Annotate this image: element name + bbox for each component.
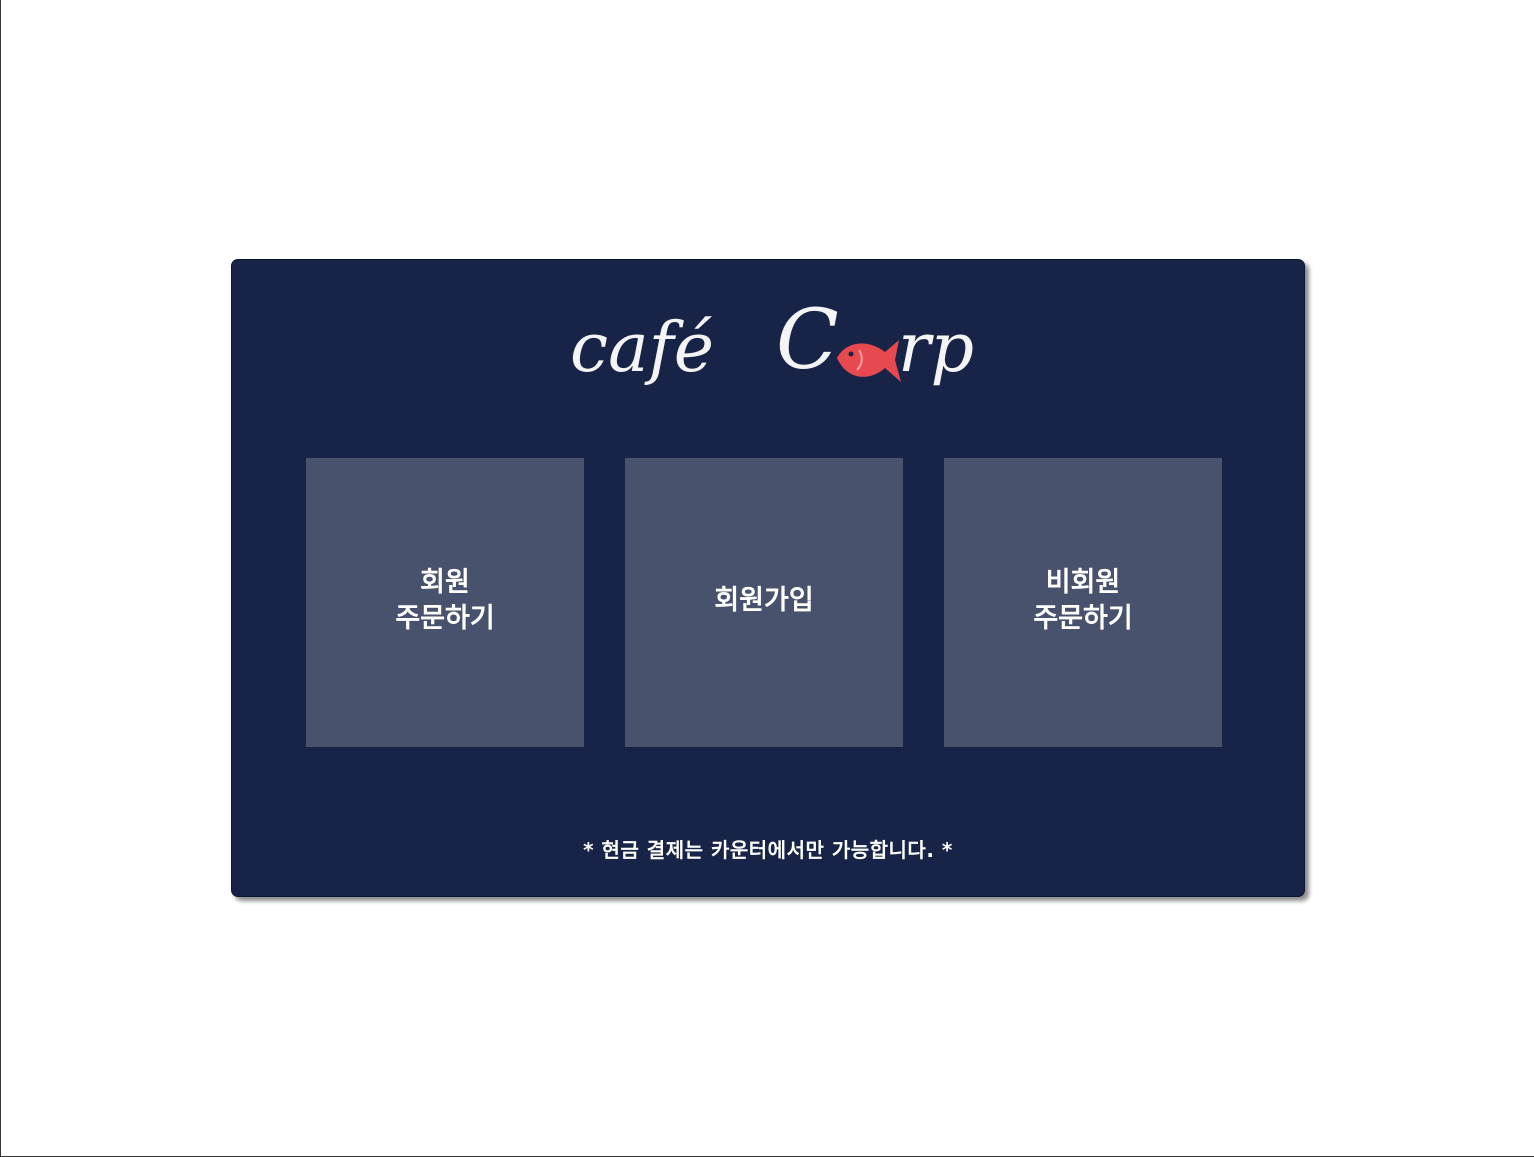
logo-text-rp: rp bbox=[898, 309, 974, 388]
cafe-corp-logo: café C rp bbox=[562, 288, 982, 398]
logo-text-c: C bbox=[776, 293, 839, 388]
guest-order-line2: 주문하기 bbox=[1033, 602, 1133, 634]
signup-button[interactable]: 회원가입 bbox=[625, 458, 903, 747]
member-order-line2: 주문하기 bbox=[395, 602, 495, 634]
guest-order-label: 비회원 주문하기 bbox=[1033, 565, 1132, 637]
guest-order-button[interactable]: 비회원 주문하기 bbox=[944, 458, 1222, 747]
guest-order-line1: 비회원 bbox=[1045, 566, 1121, 598]
page: { "logo": { "part1": "café", "part2_lett… bbox=[0, 0, 1534, 1157]
fish-icon bbox=[837, 340, 901, 382]
member-order-label: 회원 주문하기 bbox=[395, 565, 494, 637]
logo-text-cafe: café bbox=[570, 309, 714, 388]
signup-line1: 회원가입 bbox=[714, 584, 814, 616]
cash-payment-notice: * 현금 결제는 카운터에서만 가능합니다. * bbox=[583, 838, 953, 862]
member-order-line1: 회원 bbox=[420, 566, 470, 598]
main-panel: café C rp 회원 주문하기 회원가입 비회원 주문하기 * 현금 결제는… bbox=[231, 259, 1305, 897]
signup-label: 회원가입 bbox=[714, 583, 813, 619]
member-order-button[interactable]: 회원 주문하기 bbox=[306, 458, 584, 747]
